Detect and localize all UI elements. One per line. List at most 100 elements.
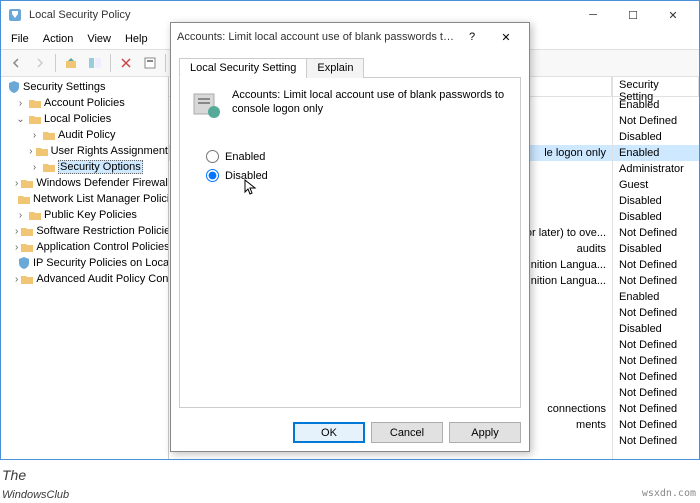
list-value[interactable]: Disabled: [613, 209, 699, 225]
expand-icon[interactable]: ›: [15, 210, 26, 221]
radio-group: Enabled Disabled: [206, 150, 510, 182]
shield-icon: [7, 80, 21, 94]
tree-item[interactable]: › Advanced Audit Policy Configuration: [1, 271, 168, 287]
folder-icon: [20, 240, 34, 254]
tab-local-security-setting[interactable]: Local Security Setting: [179, 58, 307, 78]
list-value[interactable]: Disabled: [613, 241, 699, 257]
list-value[interactable]: Not Defined: [613, 433, 699, 449]
tree-item-label: Local Policies: [44, 113, 111, 125]
list-value[interactable]: Not Defined: [613, 353, 699, 369]
expand-icon[interactable]: ›: [15, 98, 26, 109]
tree-item[interactable]: Network List Manager Policies: [1, 191, 168, 207]
tree-item-label: User Rights Assignment: [51, 145, 168, 157]
expand-icon[interactable]: ›: [15, 178, 18, 189]
watermark: The WindowsClub: [2, 465, 69, 501]
tree-item[interactable]: › Windows Defender Firewall: [1, 175, 168, 191]
list-value[interactable]: Disabled: [613, 193, 699, 209]
list-value[interactable]: Not Defined: [613, 113, 699, 129]
tree-root[interactable]: Security Settings: [1, 79, 168, 95]
close-button[interactable]: ✕: [653, 3, 693, 27]
setting-column-header[interactable]: Security Setting: [613, 77, 699, 97]
radio-enabled-input[interactable]: [206, 150, 219, 163]
radio-disabled-input[interactable]: [206, 169, 219, 182]
menu-help[interactable]: Help: [119, 31, 154, 47]
forward-button[interactable]: [29, 52, 51, 74]
expand-icon[interactable]: ›: [15, 242, 18, 253]
tree-item[interactable]: › Security Options: [1, 159, 168, 175]
delete-button[interactable]: [115, 52, 137, 74]
list-value[interactable]: Disabled: [613, 129, 699, 145]
menu-action[interactable]: Action: [37, 31, 80, 47]
radio-enabled[interactable]: Enabled: [206, 150, 510, 163]
tree-item[interactable]: ›Audit Policy: [1, 127, 168, 143]
folder-icon: [28, 96, 42, 110]
tree-item[interactable]: ›Software Restriction Policies: [1, 223, 168, 239]
expand-icon[interactable]: ›: [29, 162, 40, 173]
list-value[interactable]: Not Defined: [613, 257, 699, 273]
tree-item[interactable]: › Application Control Policies: [1, 239, 168, 255]
folder-icon: [20, 176, 34, 190]
maximize-button[interactable]: ☐: [613, 3, 653, 27]
policy-description: Accounts: Limit local account use of bla…: [232, 88, 510, 120]
tree-item-label: Security Options: [58, 160, 143, 174]
cursor-icon: [244, 179, 258, 197]
tree-item-label: Advanced Audit Policy Configuration: [36, 273, 169, 285]
menu-file[interactable]: File: [5, 31, 35, 47]
tree-item-label: Windows Defender Firewall: [36, 177, 169, 189]
app-icon: [7, 7, 23, 23]
menu-view[interactable]: View: [81, 31, 117, 47]
list-value[interactable]: Not Defined: [613, 417, 699, 433]
folder-icon: [17, 256, 31, 270]
tree-item[interactable]: ⌄ Local Policies: [1, 111, 168, 127]
expand-icon[interactable]: ›: [29, 146, 33, 157]
list-value[interactable]: Guest: [613, 177, 699, 193]
tree-item[interactable]: IP Security Policies on Local: [1, 255, 168, 271]
list-value[interactable]: Administrator: [613, 161, 699, 177]
folder-icon: [42, 160, 56, 174]
back-button[interactable]: [5, 52, 27, 74]
up-button[interactable]: [60, 52, 82, 74]
dialog-buttons: OK Cancel Apply: [171, 414, 529, 451]
list-value[interactable]: Not Defined: [613, 385, 699, 401]
show-hide-button[interactable]: [84, 52, 106, 74]
expand-icon[interactable]: ›: [15, 226, 18, 237]
list-value[interactable]: Not Defined: [613, 401, 699, 417]
list-value[interactable]: Not Defined: [613, 369, 699, 385]
tab-explain[interactable]: Explain: [306, 58, 364, 78]
expand-icon[interactable]: ›: [29, 130, 40, 141]
dialog-help-button[interactable]: ?: [455, 25, 489, 49]
window-title: Local Security Policy: [29, 9, 573, 21]
wsxdn-watermark: wsxdn.com: [642, 488, 696, 499]
expand-icon[interactable]: ›: [15, 274, 18, 285]
dialog-close-button[interactable]: ✕: [489, 25, 523, 49]
list-value[interactable]: Not Defined: [613, 305, 699, 321]
list-value[interactable]: Not Defined: [613, 225, 699, 241]
expand-icon[interactable]: ⌄: [15, 114, 26, 125]
cancel-button[interactable]: Cancel: [371, 422, 443, 443]
tree-item-label: Public Key Policies: [44, 209, 137, 221]
dialog-title-bar: Accounts: Limit local account use of bla…: [171, 23, 529, 51]
tree-item[interactable]: › Public Key Policies: [1, 207, 168, 223]
list-value[interactable]: Enabled: [613, 289, 699, 305]
properties-button[interactable]: [139, 52, 161, 74]
minimize-button[interactable]: ─: [573, 3, 613, 27]
folder-icon: [42, 128, 56, 142]
list-value[interactable]: Disabled: [613, 321, 699, 337]
radio-disabled[interactable]: Disabled: [206, 169, 510, 182]
apply-button[interactable]: Apply: [449, 422, 521, 443]
tree-item-label: IP Security Policies on Local: [33, 257, 169, 269]
folder-icon: [20, 224, 34, 238]
folder-icon: [35, 144, 49, 158]
tree-item[interactable]: › User Rights Assignment: [1, 143, 168, 159]
tree-item[interactable]: › Account Policies: [1, 95, 168, 111]
tree-item-label: Application Control Policies: [36, 241, 169, 253]
list-value[interactable]: Enabled: [613, 145, 699, 161]
ok-button[interactable]: OK: [293, 422, 365, 443]
tree-item-label: Account Policies: [44, 97, 125, 109]
folder-icon: [28, 208, 42, 222]
list-value[interactable]: Enabled: [613, 97, 699, 113]
policy-icon: [190, 88, 222, 120]
tree-panel[interactable]: Security Settings › Account Policies ⌄ Loca…: [1, 77, 169, 459]
list-value[interactable]: Not Defined: [613, 337, 699, 353]
list-value[interactable]: Not Defined: [613, 273, 699, 289]
